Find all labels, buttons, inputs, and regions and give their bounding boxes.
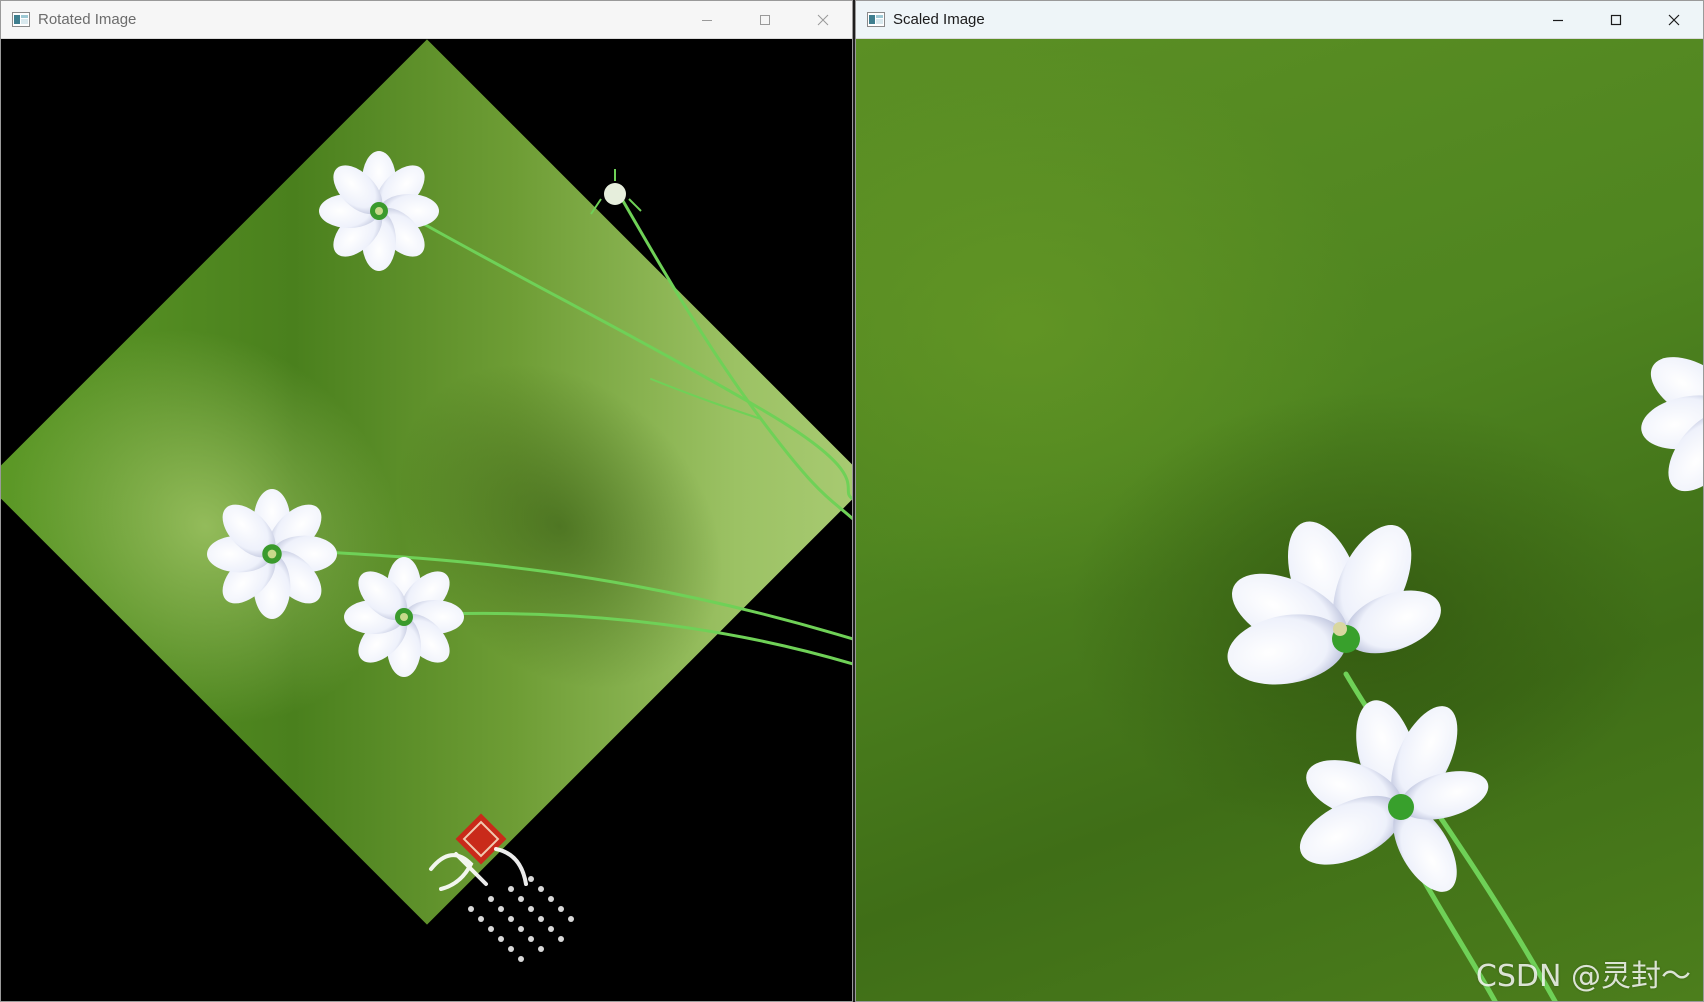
maximize-button[interactable]	[736, 1, 794, 39]
flower-lower	[344, 557, 464, 677]
scaled-flower-scene	[1227, 357, 1703, 1001]
opencv-window-icon	[12, 12, 30, 27]
flower-large	[1227, 521, 1441, 685]
close-button[interactable]	[794, 1, 852, 39]
scaled-image-canvas: CSDN @灵封～	[856, 39, 1703, 1001]
window-controls	[1529, 1, 1703, 39]
flower-partial-edge	[1641, 357, 1703, 492]
rotated-image-window: Rotated Image	[0, 0, 853, 1002]
close-icon	[817, 14, 829, 26]
rotated-window-titlebar[interactable]: Rotated Image	[1, 1, 852, 39]
scaled-image-window: Scaled Image CSDN @灵封～	[855, 0, 1704, 1002]
maximize-icon	[1610, 14, 1622, 26]
stem-bud	[617, 192, 852, 521]
flower-top	[319, 151, 439, 271]
minimize-icon	[702, 20, 712, 21]
minimize-button[interactable]	[678, 1, 736, 39]
stem-top-flower	[404, 212, 852, 501]
opencv-window-icon	[867, 12, 885, 27]
window-controls	[678, 1, 852, 39]
flower-bud	[590, 169, 642, 215]
close-icon	[1668, 14, 1680, 26]
maximize-button[interactable]	[1587, 1, 1645, 39]
minimize-icon	[1553, 19, 1563, 22]
close-button[interactable]	[1645, 1, 1703, 39]
rotated-flower-scene	[207, 151, 852, 962]
maximize-icon	[760, 15, 770, 25]
minimize-button[interactable]	[1529, 1, 1587, 39]
flower-middle	[207, 489, 337, 619]
rotated-image-canvas	[1, 39, 852, 1001]
window-title: Scaled Image	[893, 11, 985, 28]
scaled-window-titlebar[interactable]: Scaled Image	[856, 1, 1703, 39]
window-title: Rotated Image	[38, 11, 137, 28]
calligraphy-text-dots	[468, 876, 574, 962]
flower-small	[1299, 700, 1489, 892]
csdn-watermark: CSDN @灵封～	[1475, 959, 1691, 994]
